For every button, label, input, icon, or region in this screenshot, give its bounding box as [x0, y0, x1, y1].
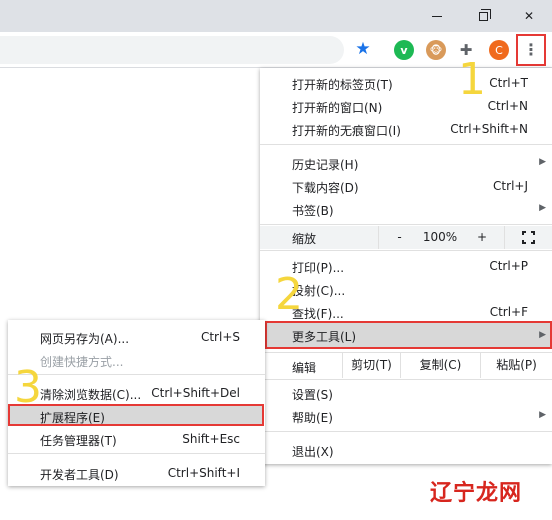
cut-button[interactable]: 剪切(T)	[342, 353, 400, 378]
menu-item-label: 下载内容(D)	[292, 181, 359, 195]
browser-menu-button[interactable]: ⋮	[516, 34, 546, 66]
menu-item-label: 帮助(E)	[292, 411, 333, 425]
menu-item-more-tools[interactable]: 更多工具(L) ▶	[265, 321, 552, 349]
minimize-button[interactable]	[414, 0, 460, 32]
menu-item-shortcut: Ctrl+N	[487, 99, 528, 113]
extension-monkey-icon[interactable]: 🐵	[426, 40, 446, 60]
menu-item-label: 扩展程序(E)	[40, 411, 105, 425]
menu-divider	[260, 144, 552, 145]
submenu-item-extensions[interactable]: 扩展程序(E)	[8, 404, 264, 426]
watermark-logo: 辽宁龙网	[430, 481, 523, 506]
more-tools-submenu: 网页另存为(A)... Ctrl+S 创建快捷方式... 清除浏览数据(C)..…	[8, 320, 265, 486]
menu-item-label: 退出(X)	[292, 445, 334, 459]
chevron-right-icon: ▶	[539, 330, 546, 340]
menu-item-downloads[interactable]: 下载内容(D) Ctrl+J	[260, 175, 552, 198]
menu-item-settings[interactable]: 设置(S)	[260, 382, 552, 405]
zoom-in-button[interactable]: +	[460, 226, 504, 249]
step-number-2: 2	[275, 269, 303, 320]
menu-item-shortcut: Ctrl+T	[489, 76, 528, 90]
minimize-icon	[432, 15, 442, 17]
zoom-level: 100%	[422, 230, 458, 244]
menu-item-new-window[interactable]: 打开新的窗口(N) Ctrl+N	[260, 95, 552, 118]
menu-item-label: 设置(S)	[292, 388, 333, 402]
menu-item-new-tab[interactable]: 打开新的标签页(T) Ctrl+T	[260, 72, 552, 95]
chrome-main-menu: 打开新的标签页(T) Ctrl+T 打开新的窗口(N) Ctrl+N 打开新的无…	[260, 68, 552, 464]
close-icon: ✕	[523, 9, 535, 23]
menu-item-shortcut: Ctrl+S	[200, 330, 240, 344]
step-number-3: 3	[14, 362, 42, 413]
menu-item-print[interactable]: 打印(P)... Ctrl+P	[260, 255, 552, 278]
menu-item-help[interactable]: 帮助(E) ▶	[260, 405, 552, 428]
edit-row: 编辑 剪切(T) 复制(C) 粘贴(P)	[260, 353, 552, 378]
menu-item-label: 书签(B)	[292, 204, 334, 218]
menu-divider	[260, 250, 552, 251]
window-titlebar: ✕	[0, 0, 552, 32]
menu-item-bookmarks[interactable]: 书签(B) ▶	[260, 198, 552, 221]
zoom-label: 缩放	[292, 232, 317, 246]
menu-item-shortcut: Ctrl+F	[489, 305, 528, 319]
chevron-right-icon: ▶	[539, 410, 546, 420]
menu-item-label: 更多工具(L)	[292, 330, 357, 344]
menu-item-shortcut: Ctrl+J	[493, 179, 528, 193]
menu-item-label: 创建快捷方式...	[40, 355, 124, 369]
address-bar[interactable]	[0, 36, 344, 64]
submenu-item-clear-data[interactable]: 清除浏览数据(C)... Ctrl+Shift+Del	[8, 381, 265, 404]
menu-divider	[8, 453, 265, 454]
copy-button[interactable]: 复制(C)	[400, 353, 480, 378]
chevron-right-icon: ▶	[539, 157, 546, 167]
menu-divider	[260, 379, 552, 380]
menu-item-label: 开发者工具(D)	[40, 468, 119, 482]
restore-button[interactable]	[460, 0, 506, 32]
menu-item-label: 任务管理器(T)	[40, 434, 117, 448]
menu-item-label: 历史记录(H)	[292, 158, 359, 172]
menu-item-incognito[interactable]: 打开新的无痕窗口(I) Ctrl+Shift+N	[260, 118, 552, 141]
extension-green-icon[interactable]: v	[394, 40, 414, 60]
extension-orange-icon[interactable]: C	[489, 40, 509, 60]
menu-item-label: 打开新的窗口(N)	[292, 101, 383, 115]
fullscreen-icon	[522, 231, 535, 244]
menu-item-shortcut: Ctrl+Shift+I	[167, 466, 240, 480]
zoom-out-button[interactable]: -	[378, 226, 420, 249]
menu-item-exit[interactable]: 退出(X)	[260, 439, 552, 462]
zoom-row: 缩放 - 100% +	[260, 226, 552, 249]
menu-item-shortcut: Ctrl+Shift+Del	[151, 386, 240, 400]
paste-button[interactable]: 粘贴(P)	[480, 353, 552, 378]
submenu-item-create-shortcut: 创建快捷方式...	[8, 348, 265, 371]
menu-item-shortcut: Ctrl+P	[489, 259, 528, 273]
step-number-1: 1	[458, 54, 486, 105]
chevron-right-icon: ▶	[539, 203, 546, 213]
menu-item-label: 清除浏览数据(C)...	[40, 388, 142, 402]
menu-item-label: 打开新的标签页(T)	[292, 78, 393, 92]
restore-icon	[478, 8, 491, 21]
submenu-item-task-manager[interactable]: 任务管理器(T) Shift+Esc	[8, 427, 265, 450]
edit-label: 编辑	[292, 361, 317, 375]
menu-item-label: 打开新的无痕窗口(I)	[292, 124, 401, 138]
menu-divider	[260, 431, 552, 432]
close-button[interactable]: ✕	[506, 0, 552, 32]
fullscreen-button[interactable]	[504, 226, 552, 249]
menu-divider	[8, 374, 265, 375]
menu-divider	[260, 224, 552, 225]
kebab-menu-icon: ⋮	[523, 40, 539, 59]
menu-item-history[interactable]: 历史记录(H) ▶	[260, 152, 552, 175]
menu-item-shortcut: Ctrl+Shift+N	[450, 122, 528, 136]
submenu-item-save-as[interactable]: 网页另存为(A)... Ctrl+S	[8, 325, 265, 348]
menu-item-cast[interactable]: 投射(C)...	[260, 278, 552, 301]
submenu-item-dev-tools[interactable]: 开发者工具(D) Ctrl+Shift+I	[8, 461, 265, 484]
bookmark-star-icon[interactable]: ★	[353, 39, 373, 59]
menu-item-label: 网页另存为(A)...	[40, 332, 130, 346]
menu-item-shortcut: Shift+Esc	[182, 432, 240, 446]
